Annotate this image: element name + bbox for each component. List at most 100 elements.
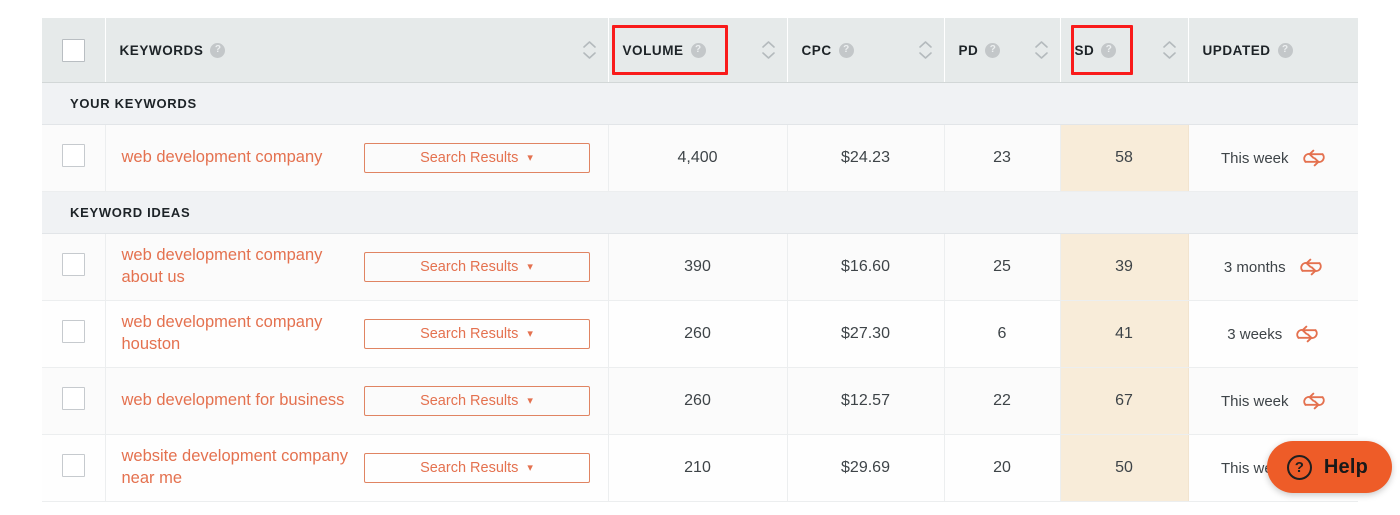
cpc-value: $29.69 (787, 434, 945, 502)
cpc-value: $16.60 (787, 233, 945, 301)
keyword-link[interactable]: web development company houston (122, 312, 364, 356)
search-results-label: Search Results (420, 150, 519, 166)
sort-control-volume[interactable] (761, 41, 775, 59)
search-results-label: Search Results (420, 259, 519, 275)
help-icon-updated[interactable]: ? (1277, 42, 1293, 58)
row-checkbox[interactable] (61, 144, 85, 167)
chevron-down-icon (582, 52, 596, 59)
chevron-down-icon: ▾ (527, 461, 533, 474)
table-row: web development company houston Search R… (42, 300, 1358, 368)
search-results-label: Search Results (420, 326, 519, 342)
search-results-button[interactable]: Search Results ▾ (363, 143, 590, 173)
search-results-button[interactable]: Search Results ▾ (363, 453, 590, 483)
table-row: web development company about us Search … (42, 233, 1358, 301)
updated-value: This week (1220, 392, 1289, 410)
help-icon-sd[interactable]: ? (1101, 42, 1117, 58)
sort-control-keywords[interactable] (582, 41, 596, 59)
row-select-cell (42, 300, 106, 368)
header-label-updated: UPDATED (1202, 42, 1271, 58)
row-checkbox[interactable] (61, 454, 85, 477)
keyword-link[interactable]: website development company near me (122, 446, 364, 490)
search-results-button[interactable]: Search Results ▾ (363, 386, 590, 416)
refresh-icon[interactable] (1302, 390, 1326, 412)
search-results-button[interactable]: Search Results ▾ (363, 252, 590, 282)
chevron-down-icon (761, 52, 775, 59)
header-cell-sd[interactable]: SD ? (1060, 18, 1189, 83)
row-select-cell (42, 124, 106, 192)
chevron-up-icon (1034, 41, 1048, 48)
chevron-up-icon (1162, 41, 1176, 48)
updated-cell: This week (1188, 367, 1358, 435)
pd-value: 20 (944, 434, 1061, 502)
help-icon-pd[interactable]: ? (985, 42, 1001, 58)
header-cell-pd[interactable]: PD ? (944, 18, 1061, 83)
chevron-down-icon: ▾ (527, 260, 533, 273)
volume-value: 260 (608, 300, 788, 368)
help-icon-cpc[interactable]: ? (838, 42, 854, 58)
row-select-cell (42, 367, 106, 435)
keyword-cell: web development company Search Results ▾ (105, 124, 609, 192)
header-label-pd: PD (958, 42, 979, 58)
chevron-up-icon (761, 41, 775, 48)
keyword-link[interactable]: web development company about us (122, 245, 364, 289)
refresh-icon[interactable] (1295, 323, 1319, 345)
chevron-down-icon: ▾ (527, 327, 533, 340)
row-checkbox[interactable] (61, 253, 85, 276)
header-cell-keywords[interactable]: KEYWORDS ? (105, 18, 609, 83)
keyword-cell: website development company near me Sear… (105, 434, 609, 502)
header-cell-volume[interactable]: VOLUME ? (608, 18, 788, 83)
refresh-icon[interactable] (1302, 147, 1326, 169)
cpc-value: $12.57 (787, 367, 945, 435)
question-mark-icon: ? (1286, 454, 1312, 480)
header-cell-updated[interactable]: UPDATED ? (1188, 18, 1358, 83)
chevron-down-icon (1162, 52, 1176, 59)
help-icon-volume[interactable]: ? (690, 42, 706, 58)
row-select-cell (42, 434, 106, 502)
header-label-keywords: KEYWORDS (119, 42, 204, 58)
row-checkbox[interactable] (61, 387, 85, 410)
header-label-sd: SD (1074, 42, 1095, 58)
header-cell-select (42, 18, 106, 83)
row-checkbox[interactable] (61, 320, 85, 343)
row-select-cell (42, 233, 106, 301)
chevron-down-icon: ▾ (527, 151, 533, 164)
group-header-row: YOUR KEYWORDS (42, 82, 1358, 125)
pd-value: 25 (944, 233, 1061, 301)
keyword-link[interactable]: web development for business (122, 390, 364, 412)
sort-control-pd[interactable] (1034, 41, 1048, 59)
help-icon-keywords[interactable]: ? (210, 42, 226, 58)
header-label-volume: VOLUME (622, 42, 684, 58)
table-row: web development for business Search Resu… (42, 367, 1358, 435)
table-row: website development company near me Sear… (42, 434, 1358, 502)
sort-control-cpc[interactable] (918, 41, 932, 59)
sd-value: 41 (1060, 300, 1189, 368)
search-results-label: Search Results (420, 460, 519, 476)
search-results-label: Search Results (420, 393, 519, 409)
sd-value: 58 (1060, 124, 1189, 192)
table-row: web development company Search Results ▾… (42, 124, 1358, 192)
keyword-cell: web development company houston Search R… (105, 300, 609, 368)
header-cell-cpc[interactable]: CPC ? (787, 18, 945, 83)
help-button[interactable]: ? Help (1266, 441, 1392, 493)
keyword-link[interactable]: web development company (122, 147, 364, 169)
pd-value: 23 (944, 124, 1061, 192)
chevron-up-icon (918, 41, 932, 48)
group-title-your-keywords: YOUR KEYWORDS (70, 95, 197, 111)
keywords-table: KEYWORDS ? VOLUME ? CPC ? PD ? SD ? UPDA… (42, 18, 1358, 502)
search-results-button[interactable]: Search Results ▾ (363, 319, 590, 349)
header-row: KEYWORDS ? VOLUME ? CPC ? PD ? SD ? UPDA… (42, 18, 1358, 83)
pd-value: 22 (944, 367, 1061, 435)
sd-value: 50 (1060, 434, 1189, 502)
refresh-icon[interactable] (1299, 256, 1323, 278)
select-all-checkbox[interactable] (61, 38, 85, 62)
table-body: YOUR KEYWORDS web development company Se… (42, 82, 1358, 502)
help-button-label: Help (1323, 455, 1368, 478)
chevron-down-icon (1034, 52, 1048, 59)
sd-value: 39 (1060, 233, 1189, 301)
pd-value: 6 (944, 300, 1061, 368)
keyword-cell: web development for business Search Resu… (105, 367, 609, 435)
keyword-cell: web development company about us Search … (105, 233, 609, 301)
volume-value: 260 (608, 367, 788, 435)
sort-control-sd[interactable] (1162, 41, 1176, 59)
group-title-keyword-ideas: KEYWORD IDEAS (70, 204, 191, 220)
